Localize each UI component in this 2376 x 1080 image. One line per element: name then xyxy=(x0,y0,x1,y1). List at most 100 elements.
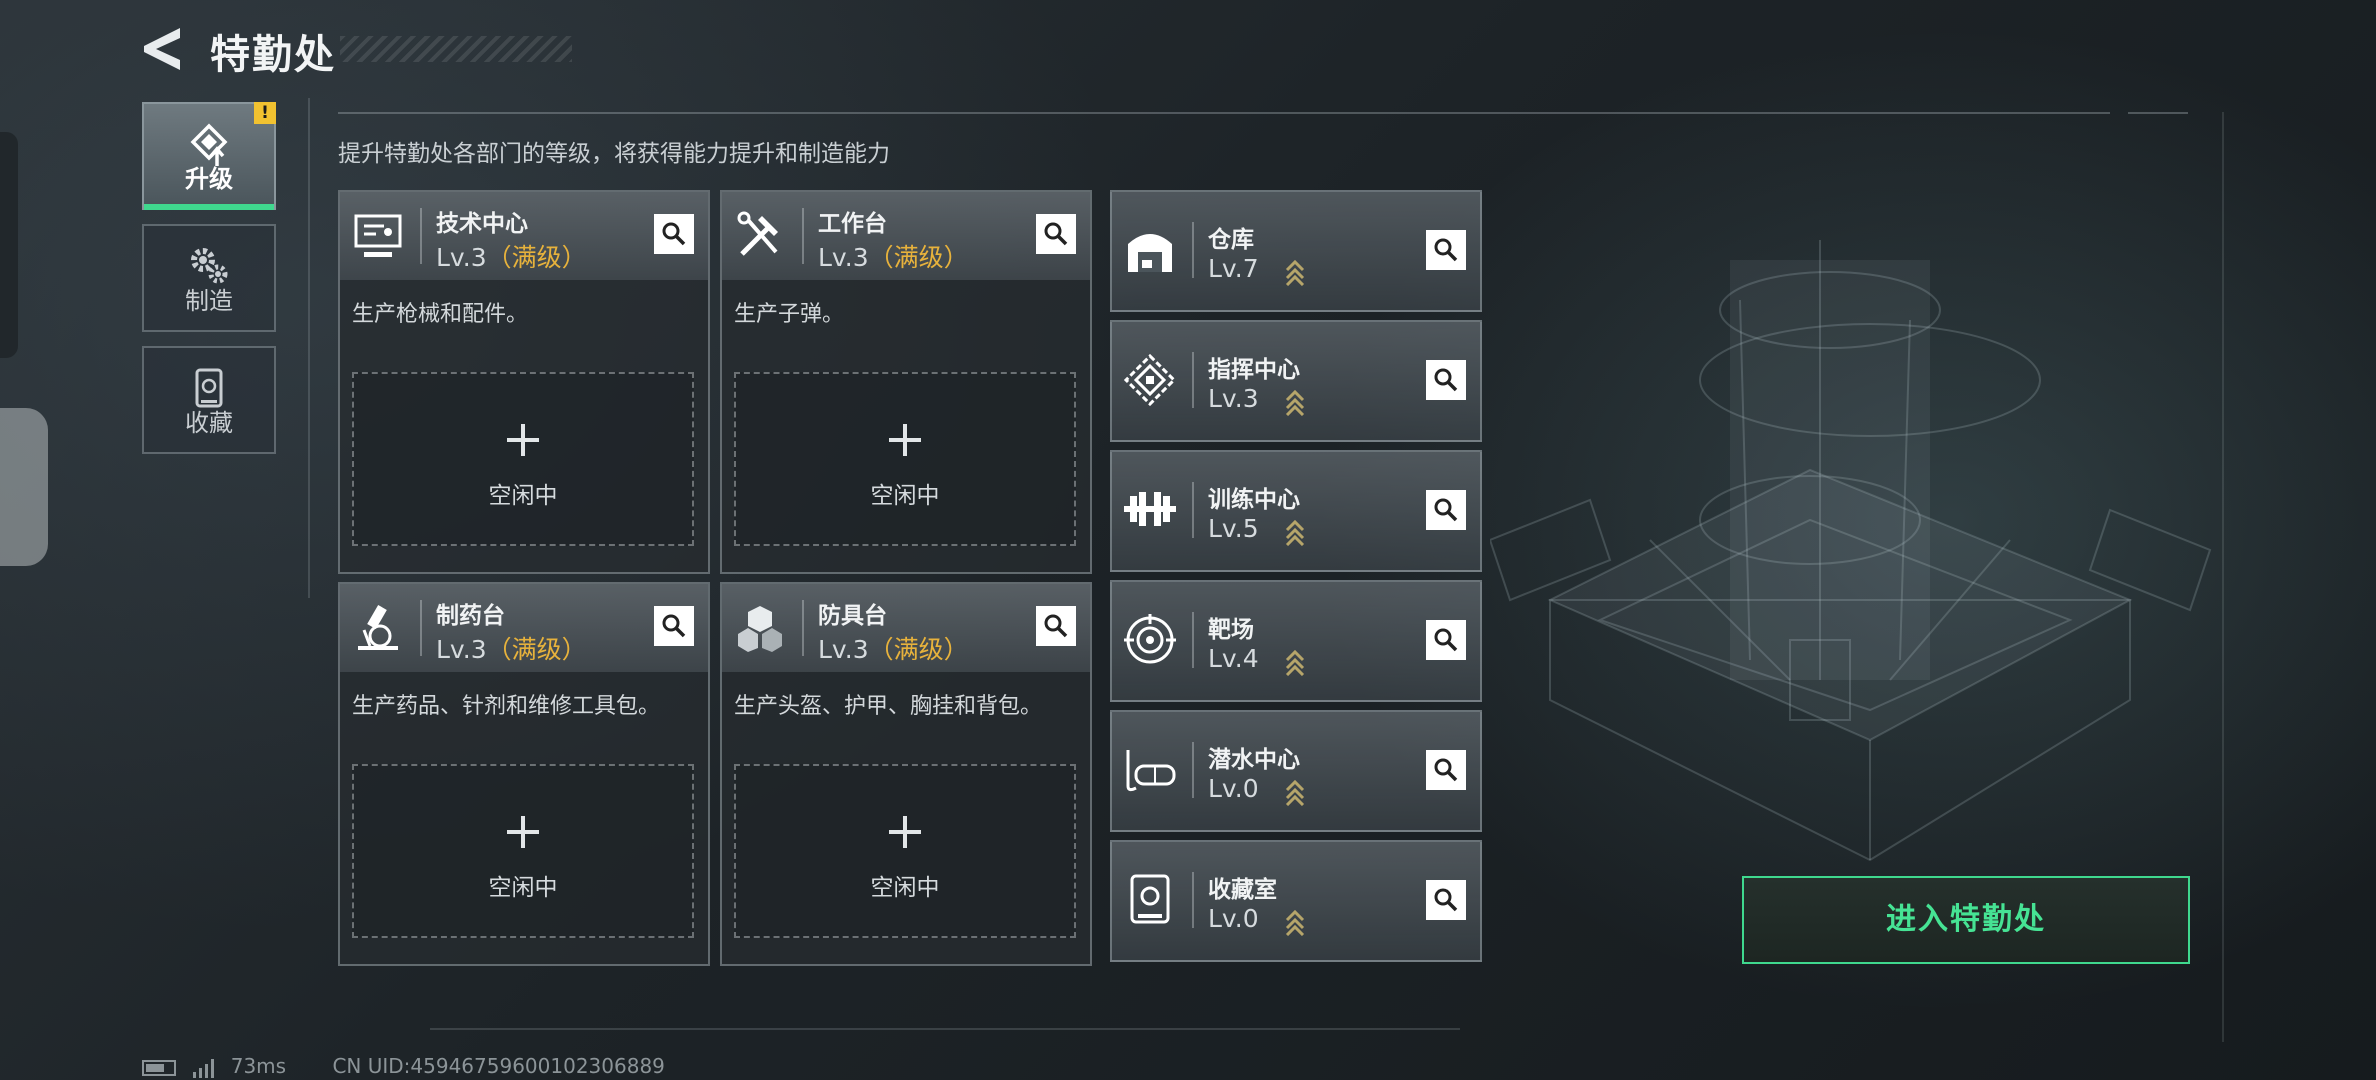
plus-icon xyxy=(889,424,921,456)
separator xyxy=(1192,872,1194,928)
building-card-shooting-range[interactable]: 靶场 Lv.4 xyxy=(1110,580,1482,702)
workshop-level: Lv.3（满级） xyxy=(818,238,969,274)
workshop-name: 技术中心 xyxy=(436,211,528,237)
divider xyxy=(338,112,2110,114)
slot-status: 空闲中 xyxy=(870,875,940,901)
max-level-tag: （满级） xyxy=(486,243,587,272)
building-level: Lv.4 xyxy=(1208,644,1259,673)
pharmacy-icon xyxy=(358,604,398,650)
workshop-name: 制药台 xyxy=(436,603,505,629)
signal-icon xyxy=(193,1058,215,1078)
upgrade-chevron-icon xyxy=(1285,779,1305,806)
building-card-warehouse[interactable]: 仓库 Lv.7 xyxy=(1110,190,1482,312)
tab-collection-label: 收藏 xyxy=(185,409,233,437)
building-card-training-center[interactable]: 训练中心 Lv.5 xyxy=(1110,450,1482,572)
workshop-level: Lv.3（满级） xyxy=(818,630,969,666)
building-level: Lv.0 xyxy=(1208,774,1259,803)
workshop-description: 生产子弹。 xyxy=(734,302,845,327)
enter-special-ops-button[interactable]: 进入特勤处 xyxy=(1742,876,2190,964)
slot-status: 空闲中 xyxy=(488,875,558,901)
workshop-level: Lv.3（满级） xyxy=(436,238,587,274)
slot-status: 空闲中 xyxy=(870,483,940,509)
divider xyxy=(430,1028,1460,1030)
max-level-tag: （满级） xyxy=(868,635,969,664)
page-subtitle: 提升特勤处各部门的等级，将获得能力提升和制造能力 xyxy=(338,141,890,167)
tab-craft-label: 制造 xyxy=(185,287,233,315)
workshop-card-workbench: 工作台 Lv.3（满级） 生产子弹。 空闲中 xyxy=(720,190,1092,574)
search-icon[interactable] xyxy=(654,606,694,646)
workshop-card-armor-bench: 防具台 Lv.3（满级） 生产头盔、护甲、胸挂和背包。 空闲中 xyxy=(720,582,1092,966)
user-uid: CN UID:45946759600102306889 xyxy=(332,1054,665,1078)
separator xyxy=(802,600,804,656)
workshop-description: 生产头盔、护甲、胸挂和背包。 xyxy=(734,694,1043,719)
plus-icon xyxy=(507,424,539,456)
command-center-icon xyxy=(1123,353,1177,407)
building-name: 收藏室 xyxy=(1208,877,1277,903)
edge-handle xyxy=(0,132,18,358)
workshop-name: 工作台 xyxy=(818,211,887,237)
building-level: Lv.5 xyxy=(1208,514,1259,543)
tab-craft[interactable]: 制造 xyxy=(142,224,276,332)
separator xyxy=(1192,482,1194,538)
upgrade-chevron-icon xyxy=(1285,909,1305,936)
upgrade-chevron-icon xyxy=(1285,649,1305,676)
separator xyxy=(1192,612,1194,668)
plus-icon xyxy=(507,816,539,848)
building-level: Lv.0 xyxy=(1208,904,1259,933)
search-icon[interactable] xyxy=(1426,490,1466,530)
separator xyxy=(1192,352,1194,408)
tech-center-icon xyxy=(354,214,402,257)
search-icon[interactable] xyxy=(1426,880,1466,920)
training-center-icon xyxy=(1124,492,1176,526)
shooting-range-icon xyxy=(1124,614,1176,664)
page-title: 特勤处 xyxy=(210,32,336,78)
building-card-command-center[interactable]: 指挥中心 Lv.3 xyxy=(1110,320,1482,442)
search-icon[interactable] xyxy=(1426,750,1466,790)
production-slot[interactable]: 空闲中 xyxy=(352,764,694,938)
search-icon[interactable] xyxy=(654,214,694,254)
building-name: 训练中心 xyxy=(1208,487,1300,513)
armor-bench-icon xyxy=(738,606,782,652)
upgrade-chevron-icon xyxy=(1285,259,1305,286)
level-value: Lv.3 xyxy=(436,635,487,664)
separator xyxy=(1192,742,1194,798)
building-name: 仓库 xyxy=(1208,227,1254,253)
building-name: 潜水中心 xyxy=(1208,747,1300,773)
tab-upgrade-label: 升级 xyxy=(185,165,233,193)
building-name: 指挥中心 xyxy=(1208,357,1300,383)
production-slot[interactable]: 空闲中 xyxy=(352,372,694,546)
separator xyxy=(1192,222,1194,278)
diving-center-icon xyxy=(1126,750,1176,792)
separator xyxy=(802,208,804,264)
workshop-level: Lv.3（满级） xyxy=(436,630,587,666)
divider xyxy=(2128,112,2188,114)
upgrade-chevron-icon xyxy=(1285,519,1305,546)
building-card-diving-center[interactable]: 潜水中心 Lv.0 xyxy=(1110,710,1482,832)
workshop-card-pharmacy: 制药台 Lv.3（满级） 生产药品、针剂和维修工具包。 空闲中 xyxy=(338,582,710,966)
max-level-tag: （满级） xyxy=(868,243,969,272)
warehouse-icon xyxy=(1128,234,1172,272)
building-card-collection-room[interactable]: 收藏室 Lv.0 xyxy=(1110,840,1482,962)
tab-upgrade[interactable]: 升级 ! xyxy=(142,102,276,210)
card-header: 技术中心 Lv.3（满级） xyxy=(340,192,708,280)
battery-icon xyxy=(142,1059,176,1076)
search-icon[interactable] xyxy=(1036,214,1076,254)
back-arrow-icon[interactable] xyxy=(140,24,184,74)
floating-assist-button[interactable] xyxy=(0,408,48,566)
search-icon[interactable] xyxy=(1426,230,1466,270)
search-icon[interactable] xyxy=(1036,606,1076,646)
tab-collection[interactable]: 收藏 xyxy=(142,346,276,454)
workbench-icon xyxy=(737,211,778,256)
search-icon[interactable] xyxy=(1426,620,1466,660)
collection-room-icon xyxy=(1130,874,1170,924)
card-header: 工作台 Lv.3（满级） xyxy=(722,192,1090,280)
production-slot[interactable]: 空闲中 xyxy=(734,372,1076,546)
separator xyxy=(420,208,422,264)
upgrade-chevron-icon xyxy=(1285,389,1305,416)
level-value: Lv.3 xyxy=(818,635,869,664)
facility-wireframe-illustration xyxy=(1490,240,2212,862)
production-slot[interactable]: 空闲中 xyxy=(734,764,1076,938)
workshop-description: 生产药品、针剂和维修工具包。 xyxy=(352,694,661,719)
workshop-description: 生产枪械和配件。 xyxy=(352,302,529,327)
search-icon[interactable] xyxy=(1426,360,1466,400)
